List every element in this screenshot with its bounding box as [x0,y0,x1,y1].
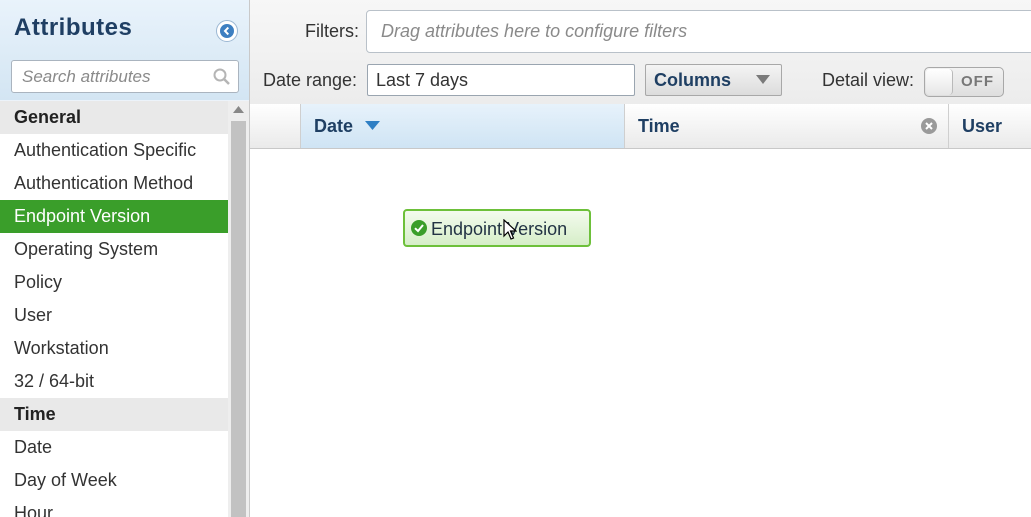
attribute-search [11,60,239,93]
filters-label: Filters: [305,21,359,41]
group-header-general: General [0,101,228,134]
column-header-date[interactable]: Date [300,104,624,148]
sidebar-header: Attributes [0,0,249,100]
collapse-sidebar-button[interactable] [216,20,238,42]
column-header-user[interactable]: User [948,104,1031,148]
report-area: Filters: Drag attributes here to configu… [250,0,1031,517]
attribute-item[interactable]: 32 / 64-bit [0,365,228,398]
date-range-input[interactable]: Last 7 days [367,64,635,96]
date-range-label: Date range: [263,70,358,90]
report-toolbar: Filters: Drag attributes here to configu… [250,0,1031,105]
toggle-knob [926,69,953,95]
attribute-item[interactable]: User [0,299,228,332]
row-selector-column [250,104,300,148]
filters-drop-zone[interactable]: Drag attributes here to configure filter… [366,10,1031,53]
attribute-item[interactable]: Policy [0,266,228,299]
toggle-state: OFF [961,73,994,90]
attribute-item-selected[interactable]: Endpoint Version [0,200,228,233]
chip-label: Endpoint Version [431,219,568,239]
scroll-up-arrow-icon[interactable] [233,106,244,113]
detail-view-toggle[interactable]: OFF [924,67,1004,97]
sidebar-title: Attributes [14,14,133,41]
column-label: Date [314,116,354,136]
column-label: User [962,116,1003,136]
attribute-item[interactable]: Authentication Specific [0,134,228,167]
attribute-item[interactable]: Day of Week [0,464,228,497]
detail-view-label: Detail view: [822,70,915,90]
columns-button-label: Columns [654,70,732,90]
sort-descending-icon[interactable] [365,121,380,130]
attribute-item[interactable]: Date [0,431,228,464]
attribute-item[interactable]: Operating System [0,233,228,266]
column-header-time[interactable]: Time [624,104,948,148]
chevron-down-icon [756,75,770,84]
scroll-thumb[interactable] [231,121,246,517]
attribute-item[interactable]: Hour [0,497,228,517]
columns-dropdown-button[interactable]: Columns [645,64,782,96]
column-label: Time [638,116,680,136]
group-header-time: Time [0,398,228,431]
attribute-list-scrollbar[interactable] [228,101,249,517]
dragged-attribute-chip[interactable]: Endpoint Version [403,209,591,247]
chevron-left-icon [220,24,234,38]
remove-column-icon[interactable] [921,118,937,134]
attributes-sidebar: Attributes General Authentication Specif… [0,0,250,517]
search-input[interactable] [12,61,212,92]
mouse-cursor-icon [503,219,517,240]
grid-header: Date Time User [250,104,1031,149]
attribute-list: General Authentication Specific Authenti… [0,101,228,517]
search-icon[interactable] [212,67,232,87]
check-icon [411,220,427,236]
attribute-item[interactable]: Workstation [0,332,228,365]
attribute-item[interactable]: Authentication Method [0,167,228,200]
